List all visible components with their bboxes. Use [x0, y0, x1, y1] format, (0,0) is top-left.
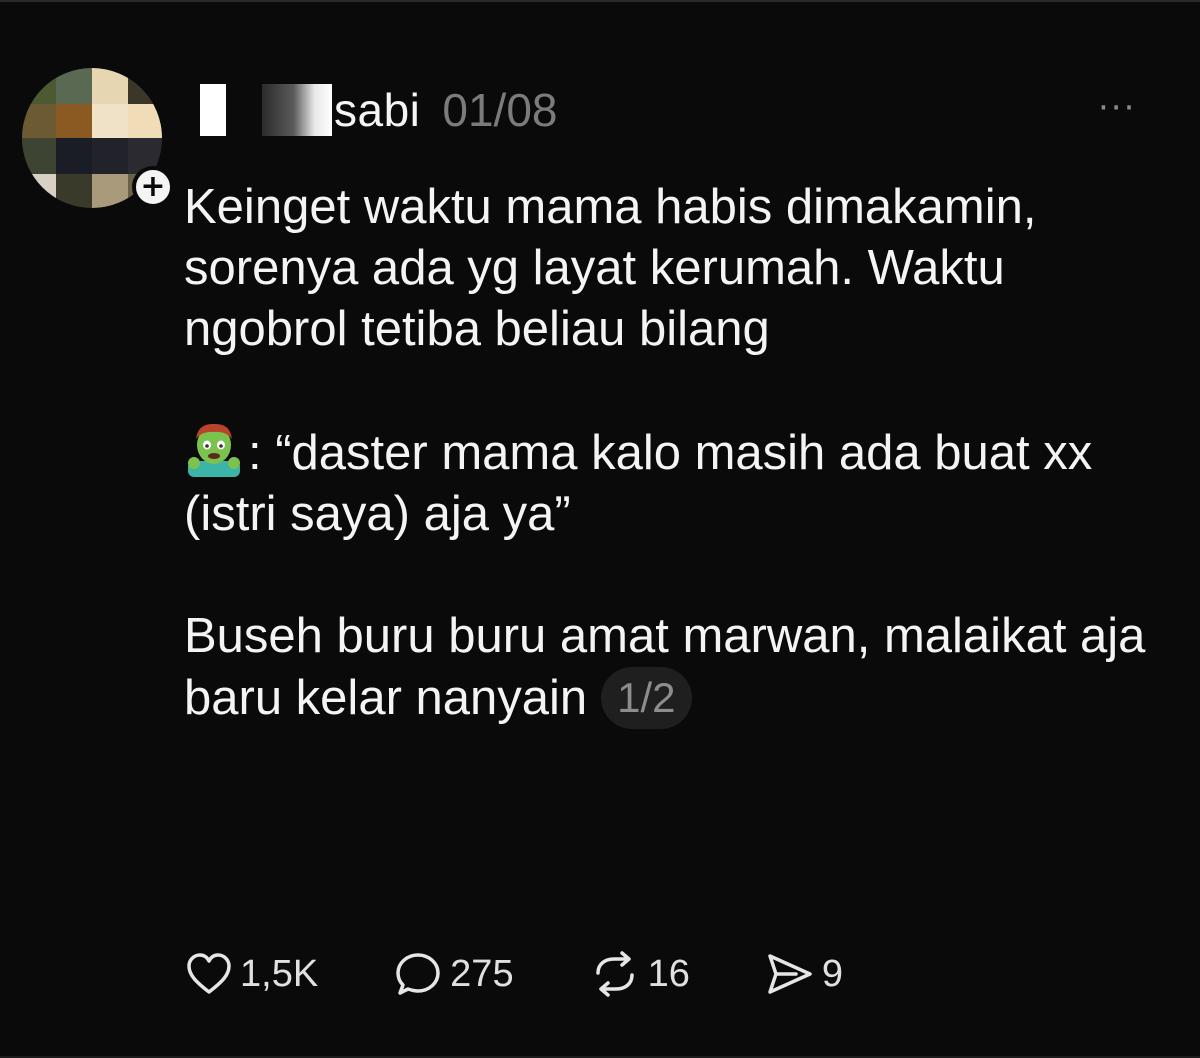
avatar[interactable]: + — [22, 68, 174, 208]
redacted-name-block — [200, 84, 226, 136]
post-text: Keinget waktu mama habis dimakamin, sore… — [184, 177, 1174, 729]
thread-post: + sabi 01/08 ··· Keinget waktu mama habi… — [0, 0, 1200, 1058]
follow-plus-icon[interactable]: + — [132, 166, 174, 208]
redacted-name-block — [262, 84, 332, 136]
repost-button[interactable]: 16 — [590, 951, 690, 997]
send-icon — [768, 954, 812, 994]
post-paragraph: Keinget waktu mama habis dimakamin, sore… — [184, 180, 1037, 356]
share-count: 9 — [821, 952, 843, 995]
post-date: 01/08 — [442, 84, 558, 136]
more-options-icon[interactable]: ··· — [1098, 88, 1136, 128]
repost-count: 16 — [647, 952, 690, 995]
action-bar: 1,5K 275 16 9 — [186, 946, 919, 1002]
like-count: 1,5K — [240, 952, 319, 995]
post-header: sabi 01/08 — [200, 80, 558, 140]
comment-bubble-icon — [396, 953, 440, 995]
reply-count: 275 — [450, 952, 514, 995]
share-button[interactable]: 9 — [766, 952, 843, 996]
reply-button[interactable]: 275 — [394, 951, 514, 997]
post-paragraph: Buseh buru buru amat marwan, malaikat aj… — [184, 606, 1174, 729]
like-button[interactable]: 1,5K — [186, 952, 318, 996]
post-paragraph: : “daster mama kalo masih ada buat xx (i… — [184, 421, 1174, 545]
heart-icon — [187, 953, 231, 994]
post-quote-text: : “daster mama kalo masih ada buat xx (i… — [184, 426, 1093, 541]
thread-page-badge: 1/2 — [601, 667, 692, 729]
username[interactable]: sabi — [334, 83, 420, 137]
zombie-emoji — [188, 423, 240, 477]
repost-icon — [595, 951, 634, 997]
